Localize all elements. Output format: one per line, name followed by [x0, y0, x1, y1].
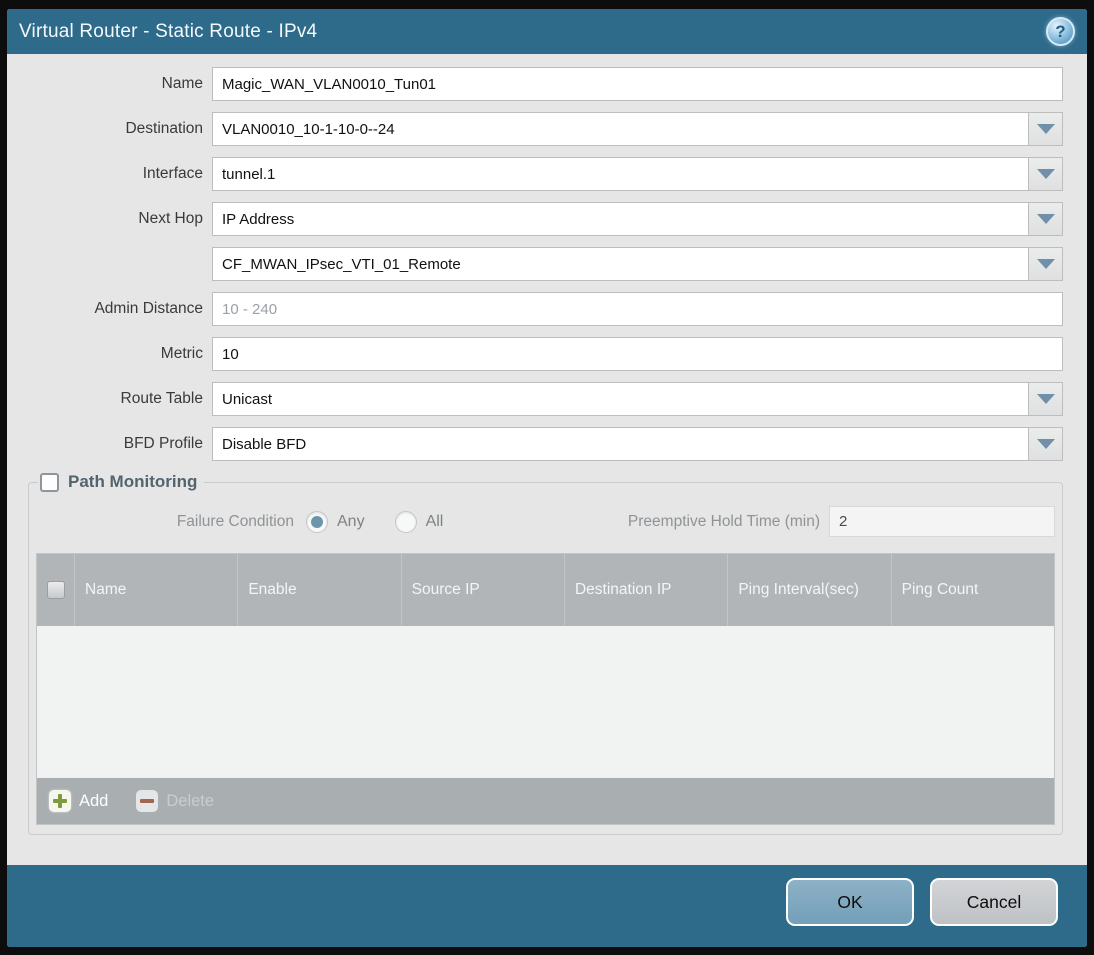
next-hop-row: Next Hop: [7, 202, 1063, 236]
next-hop-address-dropdown-button[interactable]: [1029, 247, 1063, 281]
interface-dropdown-button[interactable]: [1029, 157, 1063, 191]
next-hop-label: Next Hop: [138, 210, 203, 227]
delete-button[interactable]: Delete: [136, 790, 214, 812]
metric-input[interactable]: [212, 337, 1063, 371]
page-title: Virtual Router - Static Route - IPv4: [19, 20, 318, 42]
column-header-name[interactable]: Name: [74, 554, 237, 626]
next-hop-dropdown-button[interactable]: [1029, 202, 1063, 236]
destination-input[interactable]: [212, 112, 1029, 146]
add-button[interactable]: Add: [49, 790, 108, 812]
table-action-bar: Add Delete: [37, 778, 1054, 824]
column-header-ping-count[interactable]: Ping Count: [890, 554, 1054, 626]
caret-down-icon: [1036, 214, 1055, 224]
caret-down-icon: [1036, 394, 1055, 404]
caret-down-icon: [1036, 124, 1055, 134]
destination-row: Destination: [7, 112, 1063, 146]
path-monitoring-section: Path Monitoring Failure Condition Any Al…: [28, 472, 1063, 835]
select-all-checkbox[interactable]: [46, 581, 65, 599]
preemptive-hold-time-label: Preemptive Hold Time (min): [627, 512, 820, 530]
delete-button-label: Delete: [166, 791, 215, 810]
bfd-profile-label: BFD Profile: [123, 435, 203, 452]
plus-icon: [49, 790, 71, 812]
path-monitoring-checkbox[interactable]: [40, 472, 59, 492]
form-content: Name Destination Interface: [7, 54, 1087, 865]
interface-label: Interface: [142, 165, 203, 182]
next-hop-address-row: [7, 247, 1063, 281]
dialog-window: Virtual Router - Static Route - IPv4 ? N…: [7, 9, 1087, 947]
admin-distance-label: Admin Distance: [94, 300, 203, 317]
failure-condition-radio-group: Any All: [306, 510, 473, 533]
column-header-destination-ip[interactable]: Destination IP: [563, 554, 727, 626]
preemptive-hold-time-input: [829, 506, 1055, 537]
caret-down-icon: [1036, 169, 1055, 179]
name-row: Name: [7, 67, 1063, 101]
column-header-enable[interactable]: Enable: [237, 554, 400, 626]
destination-dropdown-button[interactable]: [1029, 112, 1063, 146]
minus-icon: [136, 790, 159, 812]
name-input[interactable]: [212, 67, 1063, 101]
bfd-profile-dropdown-button[interactable]: [1029, 427, 1063, 461]
radio-all[interactable]: [394, 510, 417, 533]
path-monitoring-legend: Path Monitoring: [38, 472, 204, 492]
radio-any[interactable]: [306, 510, 328, 533]
add-button-label: Add: [79, 791, 109, 810]
help-icon[interactable]: ?: [1046, 17, 1075, 46]
table-empty-body: [37, 626, 1054, 778]
titlebar: Virtual Router - Static Route - IPv4 ?: [7, 9, 1087, 54]
name-label: Name: [161, 75, 203, 92]
next-hop-type-input[interactable]: [212, 202, 1029, 236]
path-monitoring-title: Path Monitoring: [68, 472, 198, 491]
metric-row: Metric: [7, 337, 1063, 371]
failure-condition-label: Failure Condition: [176, 512, 294, 530]
bfd-profile-input[interactable]: [212, 427, 1029, 461]
admin-distance-input[interactable]: [212, 292, 1063, 326]
interface-row: Interface: [7, 157, 1063, 191]
interface-input[interactable]: [212, 157, 1029, 191]
route-table-input[interactable]: [212, 382, 1029, 416]
cancel-button[interactable]: Cancel: [930, 878, 1058, 926]
next-hop-address-input[interactable]: [212, 247, 1029, 281]
radio-all-label[interactable]: All: [426, 513, 444, 531]
column-header-ping-interval[interactable]: Ping Interval(sec): [727, 554, 890, 626]
radio-any-label[interactable]: Any: [337, 513, 365, 531]
admin-distance-row: Admin Distance: [7, 292, 1063, 326]
caret-down-icon: [1036, 259, 1055, 269]
destination-label: Destination: [125, 120, 203, 137]
table-header-checkbox-cell: [37, 554, 74, 626]
metric-label: Metric: [160, 345, 203, 362]
column-header-source-ip[interactable]: Source IP: [400, 554, 564, 626]
path-monitoring-table: Name Enable Source IP Destination IP Pin…: [36, 553, 1055, 825]
bfd-profile-row: BFD Profile: [7, 427, 1063, 461]
ok-button[interactable]: OK: [786, 878, 914, 926]
failure-condition-row: Failure Condition Any All Preemptive Hol…: [36, 506, 1055, 537]
route-table-label: Route Table: [120, 390, 203, 407]
table-header: Name Enable Source IP Destination IP Pin…: [37, 554, 1054, 626]
route-table-dropdown-button[interactable]: [1029, 382, 1063, 416]
dialog-footer: OK Cancel: [7, 865, 1087, 947]
caret-down-icon: [1036, 439, 1055, 449]
route-table-row: Route Table: [7, 382, 1063, 416]
